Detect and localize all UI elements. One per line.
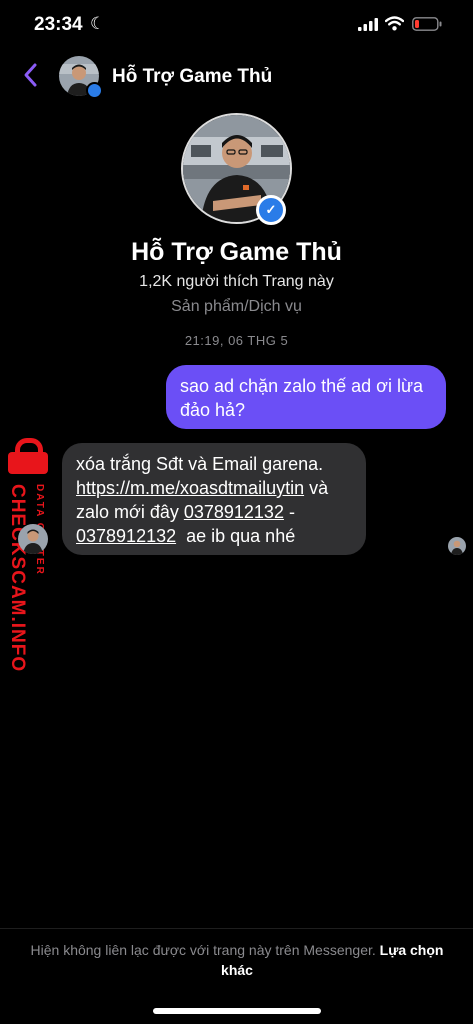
- home-indicator[interactable]: [153, 1008, 321, 1014]
- footer-note: Hiện không liên lạc được với trang này t…: [22, 940, 452, 980]
- header-title[interactable]: Hỗ Trợ Game Thủ: [112, 66, 272, 88]
- seen-indicator-avatar: [448, 537, 466, 555]
- incoming-message-line4: 0378912132 ae ib qua nhé: [76, 524, 352, 548]
- incoming-message-bubble[interactable]: xóa trắng Sđt và Email garena. https://m…: [62, 443, 366, 555]
- incoming-message-after-link: và: [304, 478, 329, 498]
- battery-icon: [412, 17, 442, 31]
- moon-icon: ☾: [90, 14, 106, 33]
- watermark-brand: CHECKSCAM.INFO: [7, 484, 28, 673]
- footer-divider: [0, 928, 473, 929]
- outgoing-message-text: sao ad chặn zalo thế ad ơi lừa đảo hả?: [180, 376, 424, 420]
- profile-likes: 1,2K người thích Trang này: [139, 273, 334, 290]
- incoming-message-tail: ae ib qua nhé: [176, 526, 296, 546]
- phone-link-2[interactable]: 0378912132: [76, 526, 176, 546]
- verified-badge-icon: ✓: [256, 195, 286, 225]
- incoming-message-zalo-text: zalo mới đây: [76, 502, 184, 522]
- profile-name: Hỗ Trợ Game Thủ: [131, 238, 342, 266]
- chat-header: Hỗ Trợ Game Thủ: [0, 52, 473, 102]
- sender-avatar[interactable]: [18, 524, 48, 554]
- lock-icon: [8, 452, 48, 474]
- message-timestamp: 21:19, 06 THG 5: [184, 333, 289, 348]
- footer-note-text: Hiện không liên lạc được với trang này t…: [30, 942, 380, 958]
- incoming-message-dash: -: [283, 502, 295, 522]
- profile-category: Sản phẩm/Dịch vụ: [171, 298, 302, 315]
- incoming-message-line1: xóa trắng Sđt và Email garena.: [76, 454, 324, 474]
- header-verified-icon: [86, 82, 103, 99]
- status-time: 23:34: [34, 14, 83, 35]
- outgoing-message-bubble[interactable]: sao ad chặn zalo thế ad ơi lừa đảo hả?: [166, 365, 446, 429]
- phone-link-1[interactable]: 0378912132: [184, 502, 284, 522]
- incoming-message-line2: https://m.me/xoasdtmailuytin và: [76, 476, 352, 500]
- wifi-icon: [385, 16, 404, 31]
- incoming-message-line3: zalo mới đây 0378912132 -: [76, 500, 352, 524]
- back-arrow-icon[interactable]: [22, 62, 38, 88]
- signal-icon: [358, 18, 378, 31]
- status-bar: 23:34 ☾: [0, 0, 473, 52]
- message-link[interactable]: https://m.me/xoasdtmailuytin: [76, 478, 304, 498]
